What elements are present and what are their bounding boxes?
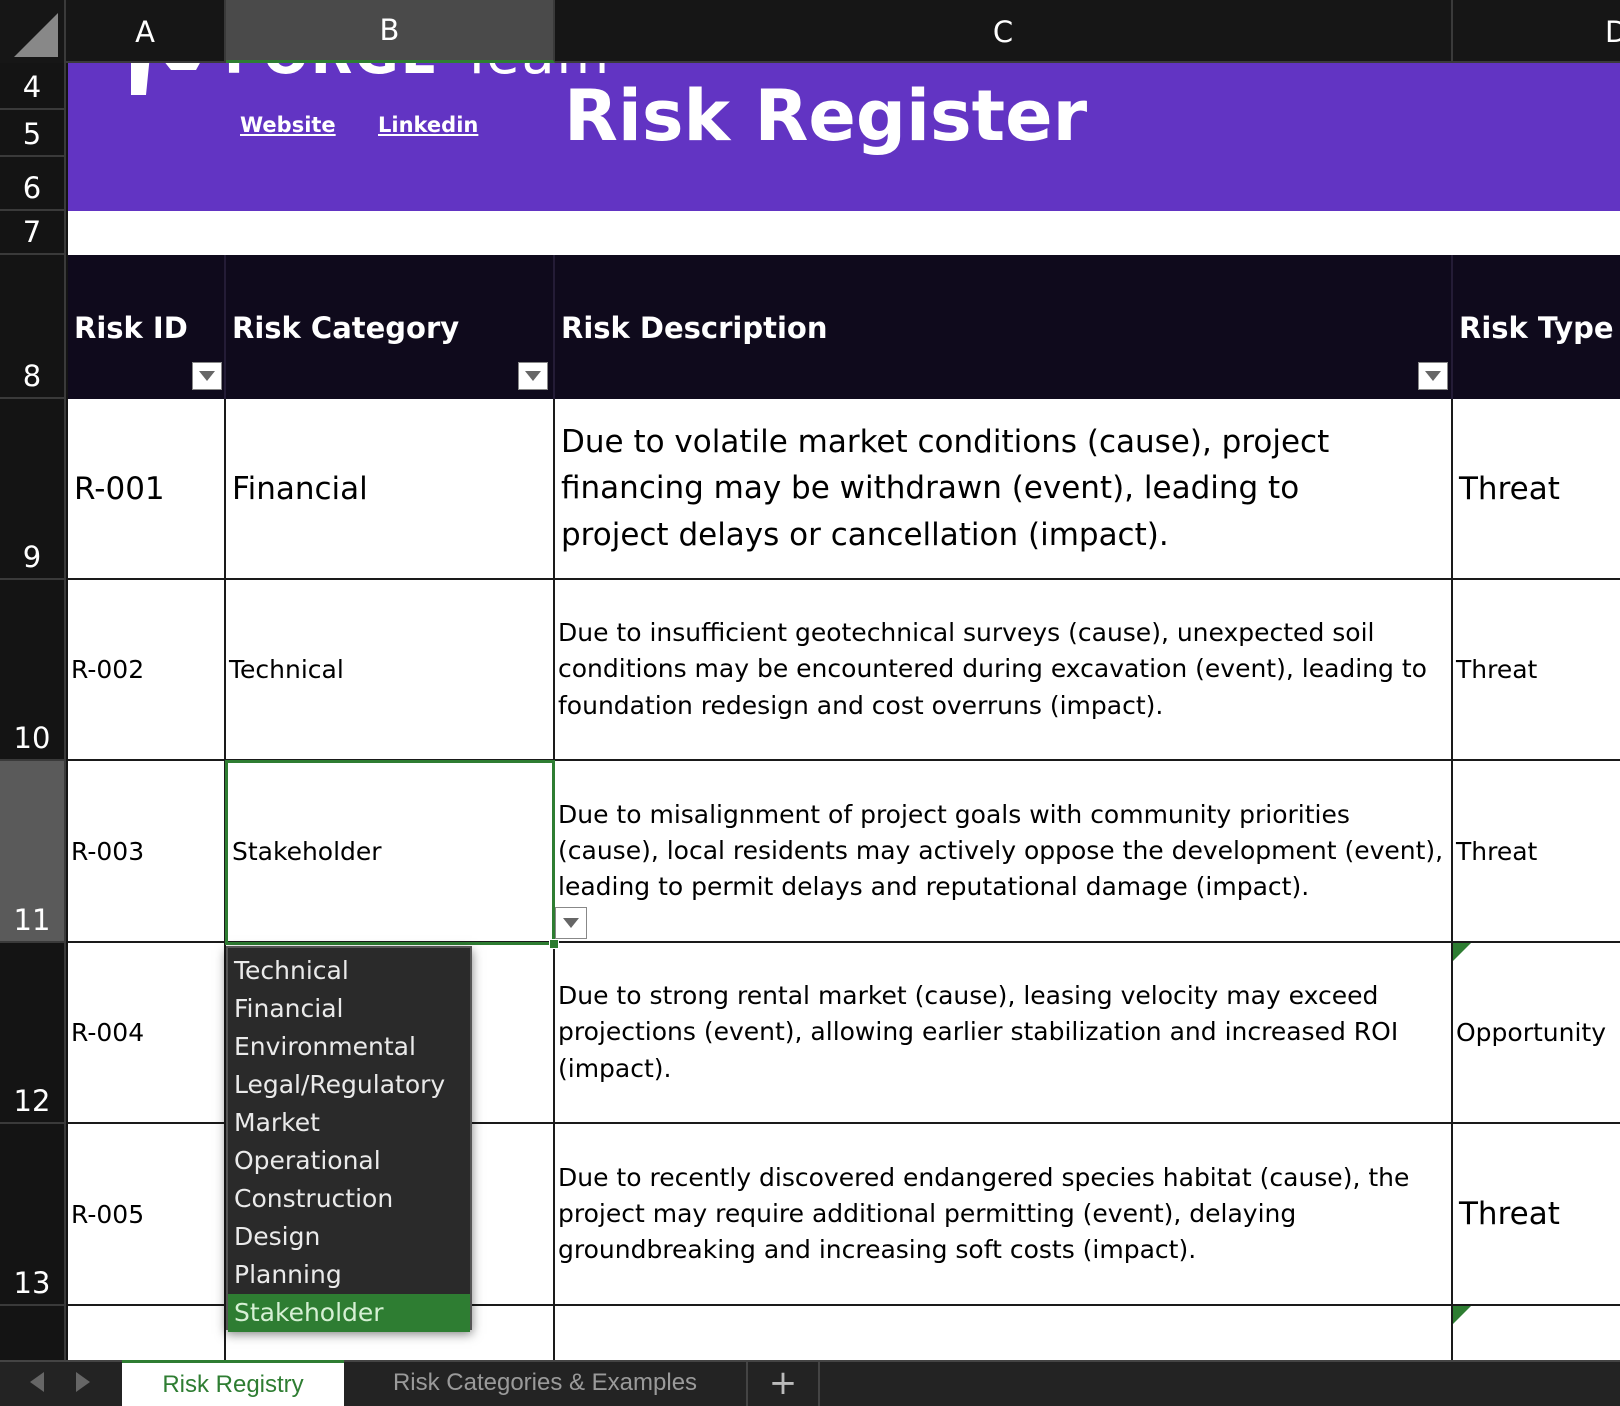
cell-risk-id[interactable]: R-005 <box>68 1124 226 1306</box>
fill-handle[interactable] <box>549 939 559 949</box>
dropdown-option-financial[interactable]: Financial <box>228 990 470 1028</box>
column-header-c[interactable]: C <box>555 0 1453 63</box>
website-link[interactable]: Website <box>240 113 336 137</box>
filter-risk-id-button[interactable] <box>192 362 222 390</box>
row-header-9[interactable]: 9 <box>0 399 64 580</box>
cell-risk-type[interactable]: Threat <box>1453 761 1620 943</box>
tab-scroll-right-icon[interactable] <box>76 1372 90 1392</box>
cell-dropdown-button[interactable] <box>555 907 587 939</box>
column-header-b[interactable]: B <box>226 0 555 63</box>
linkedin-link[interactable]: Linkedin <box>378 113 478 137</box>
cell-risk-id[interactable]: R-004 <box>68 943 226 1124</box>
dropdown-option-construction[interactable]: Construction <box>228 1180 470 1218</box>
row-header-4[interactable]: 4 <box>0 63 64 110</box>
comment-indicator-icon[interactable] <box>1453 943 1471 961</box>
cell-risk-id[interactable]: R-002 <box>68 580 226 761</box>
dropdown-option-market[interactable]: Market <box>228 1104 470 1142</box>
dropdown-option-technical[interactable]: Technical <box>228 952 470 990</box>
row-header-6[interactable]: 6 <box>0 157 64 211</box>
dropdown-option-legal-regulatory[interactable]: Legal/Regulatory <box>228 1066 470 1104</box>
cell-risk-id[interactable]: R-001 <box>68 399 226 580</box>
spacer-row <box>68 211 1620 255</box>
column-header-d[interactable]: D <box>1453 0 1620 63</box>
header-risk-type[interactable]: Risk Type <box>1453 255 1620 399</box>
cell-risk-type[interactable]: Threat <box>1453 580 1620 761</box>
dropdown-option-stakeholder[interactable]: Stakeholder <box>228 1294 470 1332</box>
dropdown-arrow-icon <box>525 371 541 381</box>
dropdown-option-design[interactable]: Design <box>228 1218 470 1256</box>
cell-risk-description[interactable]: Due to recently discovered endangered sp… <box>555 1124 1453 1306</box>
cell-empty[interactable] <box>555 1306 1453 1360</box>
row-header-12[interactable]: 12 <box>0 943 64 1124</box>
cell-risk-description[interactable]: Due to volatile market conditions (cause… <box>555 399 1453 580</box>
comment-indicator-icon[interactable] <box>1453 1306 1471 1324</box>
active-cell-border <box>225 760 555 945</box>
page-title: Risk Register <box>564 75 1088 157</box>
category-dropdown-list: Technical Financial Environmental Legal/… <box>226 946 472 1332</box>
cell-empty[interactable] <box>68 1306 226 1360</box>
dropdown-option-operational[interactable]: Operational <box>228 1142 470 1180</box>
logo-text: FORGE Team <box>224 63 611 86</box>
cell-risk-type[interactable]: Threat <box>1453 399 1620 580</box>
filter-risk-description-button[interactable] <box>1418 362 1448 390</box>
header-risk-description[interactable]: Risk Description <box>555 255 1453 399</box>
cell-risk-id[interactable]: R-003 <box>68 761 226 943</box>
filter-risk-category-button[interactable] <box>518 362 548 390</box>
dropdown-arrow-icon <box>199 371 215 381</box>
row-header-13[interactable]: 13 <box>0 1124 64 1306</box>
cell-risk-description[interactable]: Due to strong rental market (cause), lea… <box>555 943 1453 1124</box>
column-header-a[interactable]: A <box>66 0 226 63</box>
cell-risk-type[interactable]: Opportunity <box>1453 943 1620 1124</box>
tab-scroll-left-icon[interactable] <box>30 1372 44 1392</box>
dropdown-option-environmental[interactable]: Environmental <box>228 1028 470 1066</box>
row-header-11[interactable]: 11 <box>0 761 64 943</box>
select-all-corner[interactable] <box>0 0 66 63</box>
cell-risk-description[interactable]: Due to misalignment of project goals wit… <box>555 761 1453 943</box>
row-header-5[interactable]: 5 <box>0 110 64 157</box>
dropdown-arrow-icon <box>1425 371 1441 381</box>
cell-risk-type[interactable]: Threat <box>1453 1124 1620 1306</box>
cell-risk-category[interactable]: Financial <box>226 399 555 580</box>
header-risk-category[interactable]: Risk Category <box>226 255 555 399</box>
tab-risk-registry[interactable]: Risk Registry <box>122 1360 344 1406</box>
cell-empty[interactable] <box>1453 1306 1620 1360</box>
row-header-7[interactable]: 7 <box>0 211 64 255</box>
forge-logo-icon <box>131 63 200 95</box>
header-banner: FORGE Team Website Linkedin Risk Registe… <box>68 63 1620 211</box>
row-header-8[interactable]: 8 <box>0 255 64 399</box>
add-sheet-button[interactable]: + <box>748 1360 820 1406</box>
cell-risk-category[interactable]: Technical <box>226 580 555 761</box>
row-header-10[interactable]: 10 <box>0 580 64 761</box>
dropdown-arrow-icon <box>563 918 579 928</box>
tab-risk-categories-examples[interactable]: Risk Categories & Examples <box>344 1360 748 1406</box>
cell-risk-description[interactable]: Due to insufficient geotechnical surveys… <box>555 580 1453 761</box>
dropdown-option-planning[interactable]: Planning <box>228 1256 470 1294</box>
